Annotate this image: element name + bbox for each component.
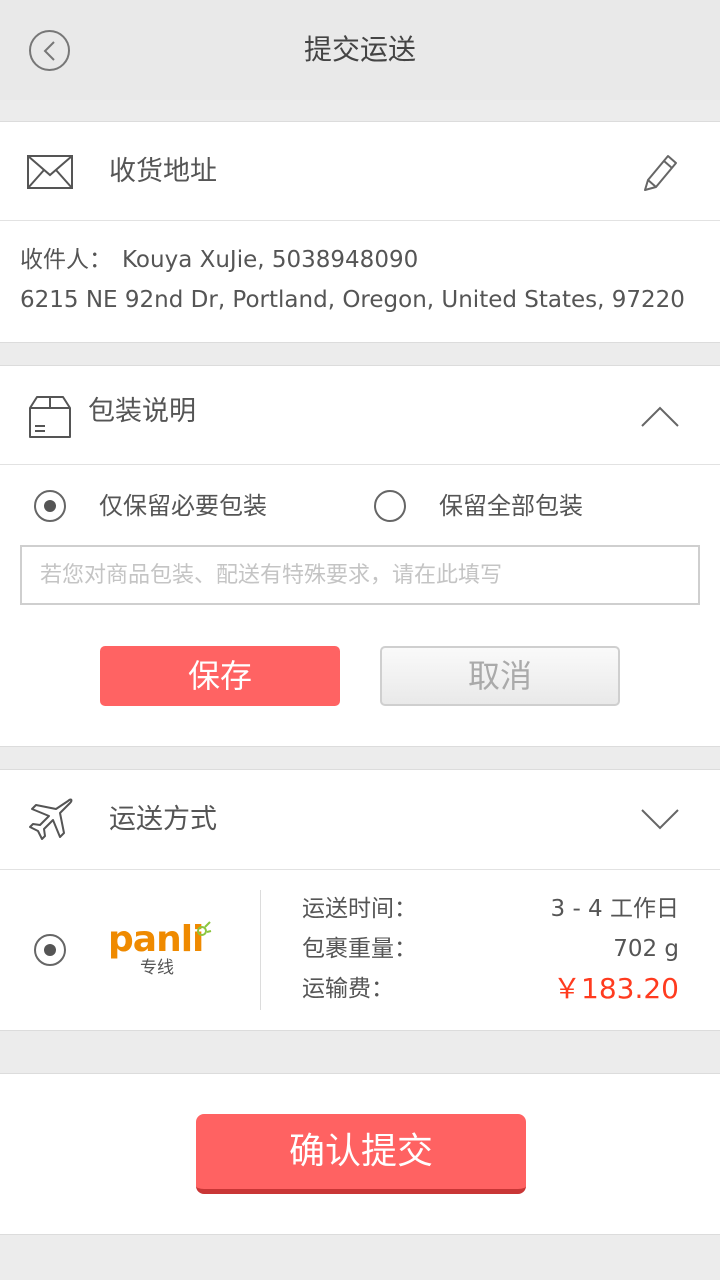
recipient-line: 收件人： Kouya XuJie, 5038948090 — [20, 243, 418, 277]
divider — [0, 464, 720, 465]
cancel-button[interactable]: 取消 — [380, 646, 620, 706]
package-box-icon — [29, 396, 71, 438]
package-weight-value: 702 g — [613, 936, 679, 962]
package-weight-label: 包裹重量： — [302, 936, 417, 962]
divider — [0, 220, 720, 221]
panli-logo: panli 专线 — [108, 918, 218, 980]
airplane-icon — [29, 798, 73, 840]
chevron-down-icon[interactable] — [640, 808, 680, 832]
shipping-fee-value: ￥183.20 — [553, 972, 679, 1005]
edit-pencil-icon[interactable] — [640, 152, 680, 192]
full-packaging-label: 保留全部包装 — [439, 492, 583, 520]
address-section-title: 收货地址 — [109, 156, 217, 187]
chevron-up-icon[interactable] — [640, 404, 680, 428]
shipping-time-label: 运送时间： — [302, 896, 417, 922]
shipping-section-title: 运送方式 — [109, 804, 217, 835]
shipping-time-value: 3 - 4 工作日 — [550, 896, 680, 922]
recipient-value: Kouya XuJie, 5038948090 — [122, 247, 419, 273]
radio-full-packaging[interactable] — [374, 490, 406, 522]
radio-panli-shipping[interactable] — [34, 934, 66, 966]
address-card: 收货地址 收件人： Kouya XuJie, 5038948090 6215 NE… — [0, 121, 720, 343]
vertical-divider — [260, 890, 261, 1010]
confirm-submit-button[interactable]: 确认提交 — [196, 1114, 526, 1194]
radio-essential-packaging[interactable] — [34, 490, 66, 522]
save-button[interactable]: 保存 — [100, 646, 340, 706]
shipping-fee-label: 运输费： — [302, 976, 394, 1002]
page-title: 提交运送 — [303, 33, 416, 66]
recipient-label: 收件人： — [20, 247, 112, 273]
packaging-section-title: 包装说明 — [88, 396, 196, 427]
panli-logo-subtitle: 专线 — [140, 958, 174, 978]
envelope-icon — [27, 155, 73, 189]
divider — [0, 869, 720, 870]
street-address: 6215 NE 92nd Dr, Portland, Oregon, Unite… — [20, 287, 685, 313]
top-bar: 提交运送 — [0, 0, 720, 100]
essential-packaging-label: 仅保留必要包装 — [99, 492, 267, 520]
leaf-icon — [197, 921, 212, 936]
packaging-note-input[interactable] — [20, 545, 700, 605]
